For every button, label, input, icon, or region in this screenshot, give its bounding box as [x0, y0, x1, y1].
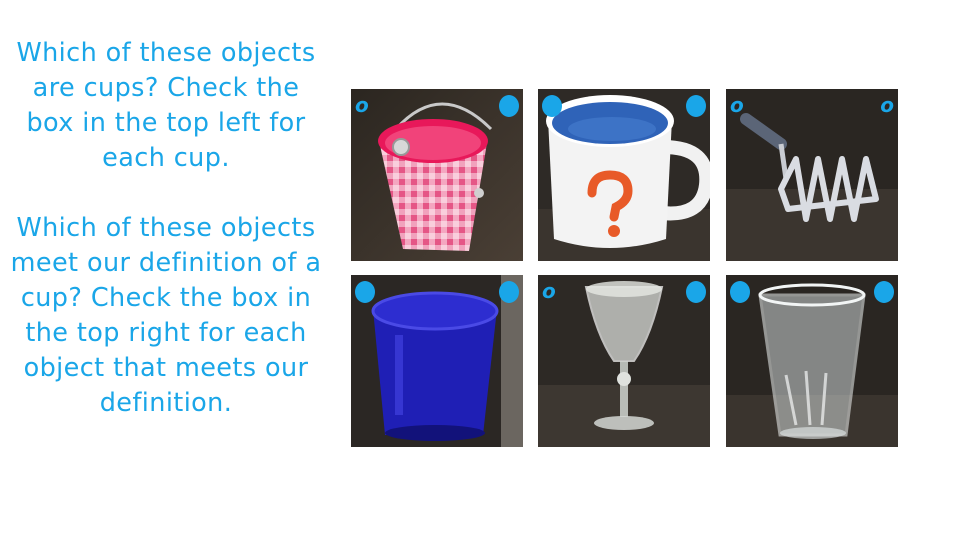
cup-checkbox-masher[interactable]: o [730, 95, 744, 116]
filled-circle-icon [499, 95, 519, 117]
definition-checkbox-clear-glass[interactable] [874, 281, 894, 303]
definition-checkbox-mug[interactable] [686, 95, 706, 117]
filled-circle-icon [686, 281, 706, 303]
open-circle-icon: o [880, 93, 894, 117]
open-circle-icon: o [730, 93, 744, 117]
photo-pink-pail: o [351, 89, 523, 261]
filled-circle-icon [686, 95, 706, 117]
cup-checkbox-stemmed[interactable]: o [542, 281, 556, 302]
definition-checkbox-stemmed[interactable] [686, 281, 706, 303]
filled-circle-icon [499, 281, 519, 303]
question-definition: Which of these objects meet our definiti… [10, 213, 322, 418]
cup-checkbox-pail[interactable]: o [355, 95, 369, 116]
clear-glass-image [726, 275, 898, 447]
definition-checkbox-masher[interactable]: o [880, 95, 894, 116]
stemmed-glass-image [538, 275, 710, 447]
blue-tumbler-image [351, 275, 523, 447]
pink-pail-image [351, 89, 523, 261]
photo-potato-masher: o o [726, 89, 898, 261]
open-circle-icon: o [542, 279, 556, 303]
cup-checkbox-mug[interactable] [542, 95, 562, 117]
instructions-text: Which of these objects are cups? Check t… [8, 36, 324, 421]
filled-circle-icon [542, 95, 562, 117]
photo-stemmed-glass: o [538, 275, 710, 447]
cup-checkbox-clear-glass[interactable] [730, 281, 750, 303]
filled-circle-icon [874, 281, 894, 303]
question-cups: Which of these objects are cups? Check t… [16, 38, 316, 173]
question-mug-image [538, 89, 710, 261]
filled-circle-icon [355, 281, 375, 303]
photo-question-mug [538, 89, 710, 261]
cup-checkbox-tumbler[interactable] [355, 281, 375, 303]
open-circle-icon: o [355, 93, 369, 117]
potato-masher-image [726, 89, 898, 261]
photo-clear-glass [726, 275, 898, 447]
definition-checkbox-tumbler[interactable] [499, 281, 519, 303]
photo-blue-tumbler [351, 275, 523, 447]
definition-checkbox-pail[interactable] [499, 95, 519, 117]
filled-circle-icon [730, 281, 750, 303]
